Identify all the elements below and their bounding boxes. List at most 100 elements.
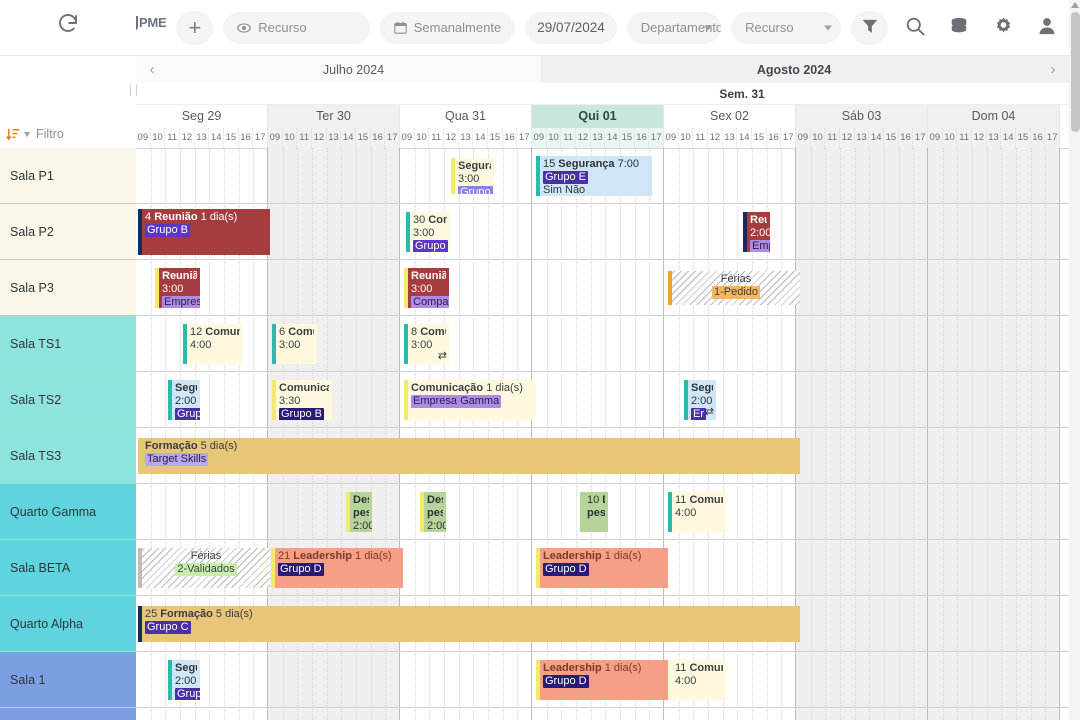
user-button[interactable]: [1030, 11, 1064, 45]
day-header-6[interactable]: Dom 04: [928, 105, 1060, 128]
event-color-bar: [404, 324, 408, 364]
prev-period-button[interactable]: ‹: [136, 56, 168, 83]
department-select[interactable]: Departamento: [626, 11, 722, 44]
hour-tick: 16: [1031, 128, 1046, 148]
resource-row-label-9[interactable]: Sala 1: [0, 652, 136, 708]
hour-tick: 16: [767, 128, 782, 148]
calendar-event[interactable]: 6 Comuni3:00: [272, 324, 317, 364]
hour-gridline: [972, 148, 973, 720]
resource-row-label-8[interactable]: Quarto Alpha: [0, 596, 136, 652]
vertical-scrollbar-track[interactable]: [1069, 0, 1080, 720]
calendar-event[interactable]: 12 Comunica4:00: [183, 324, 243, 364]
event-title: Comunica: [279, 382, 329, 394]
resource-row-label-1[interactable]: Sala P2: [0, 204, 136, 260]
resource-row-label-3[interactable]: Sala TS1: [0, 316, 136, 372]
day-header-1[interactable]: Ter 30: [268, 105, 400, 128]
calendar-event[interactable]: 4 Reunião 1 dia(s) Grupo B: [138, 209, 270, 255]
calendar-event[interactable]: 25 Formação 5 dia(s) Grupo C: [138, 606, 800, 642]
day-header-2[interactable]: Qua 31: [400, 105, 532, 128]
calendar-event[interactable]: Reunião3:00Empres: [155, 268, 200, 308]
hour-gridline: [1031, 148, 1032, 720]
event-duration: 1 dia(s): [197, 211, 238, 223]
day-header-0[interactable]: Seg 29: [136, 105, 268, 128]
resource-name: Sala 1: [10, 672, 46, 687]
calendar-event[interactable]: Formação 5 dia(s) Target Skills: [138, 438, 800, 474]
hour-gridline: [943, 148, 944, 720]
calendar-event[interactable]: 15 Segurança 7:00 Grupo E Sim Não: [536, 156, 652, 196]
hour-header-row-2: 09 10 11 12 13 14 15 16 17: [400, 128, 532, 148]
event-title: Comunicação: [411, 382, 484, 394]
calendar-event[interactable]: 30 Comuni3:00Grupo: [406, 212, 450, 252]
hour-tick: 17: [650, 132, 662, 143]
calendar-event[interactable]: Férias 2-Validados: [138, 548, 270, 588]
event-title: Segu: [691, 382, 713, 394]
sort-dropdown-icon[interactable]: [24, 131, 30, 137]
search-button[interactable]: [898, 11, 932, 45]
filter-button[interactable]: [851, 10, 888, 45]
settings-button[interactable]: [986, 11, 1020, 45]
event-color-bar: [272, 324, 276, 364]
schedule-grid[interactable]: Seguran3:00Grupo 15 Segurança 7:00Grupo E…: [136, 148, 1080, 720]
event-number: 10: [587, 494, 603, 506]
calendar-event[interactable]: 11 Comunica4:00: [668, 492, 726, 532]
column-resize-handle[interactable]: [130, 84, 137, 96]
day-column-6[interactable]: [928, 148, 1060, 720]
next-period-button[interactable]: ›: [1037, 56, 1069, 83]
hour-tick: 11: [561, 128, 577, 148]
calendar-event[interactable]: Comunicação 1 dia(s) Empresa Gamma: [404, 380, 536, 420]
event-title: Comuni: [428, 214, 447, 226]
resource-row-label-10[interactable]: [0, 708, 136, 720]
resource-label-column: Sala P1 Sala P2 Sala P3 Sala TS1 Sala TS2 Sal…: [0, 148, 136, 720]
calendar-event[interactable]: 10 Desepess: [580, 492, 608, 532]
event-color-bar: [536, 548, 540, 588]
hour-tick: 12: [576, 128, 591, 148]
event-color-bar: [536, 156, 540, 196]
vertical-scrollbar-thumb[interactable]: [1071, 12, 1080, 132]
calendar-event[interactable]: Segu2:00Er⇄: [684, 380, 716, 420]
hour-tick: 17: [1046, 132, 1058, 143]
sort-descending-icon[interactable]: [6, 127, 21, 142]
hour-gridline: [1016, 148, 1017, 720]
calendar-event[interactable]: Segu2:00Grup: [168, 660, 200, 700]
scroll-up-icon[interactable]: [1071, 2, 1079, 8]
resource-view-button[interactable]: Recurso: [223, 11, 370, 44]
day-header-4[interactable]: Sex 02: [664, 105, 796, 128]
gear-icon: [993, 16, 1014, 40]
refresh-button[interactable]: [0, 0, 136, 50]
event-number: 12: [190, 326, 206, 338]
calendar-event[interactable]: Leadership 1 dia(s) Grupo D: [536, 548, 668, 588]
day-header-3[interactable]: Qui 01: [532, 105, 664, 128]
filter-label[interactable]: Filtro: [36, 127, 64, 141]
calendar-event[interactable]: Seguran3:00Grupo: [451, 158, 494, 194]
event-title-line: Reuniã: [411, 270, 446, 283]
resource-row-label-6[interactable]: Quarto Gamma: [0, 484, 136, 540]
calendar-event[interactable]: Segu2:00Grup: [168, 380, 200, 420]
database-button[interactable]: [942, 11, 976, 45]
day-header-5[interactable]: Sáb 03: [796, 105, 928, 128]
resource-row-label-5[interactable]: Sala TS3: [0, 428, 136, 484]
hour-tick: 11: [297, 128, 313, 148]
calendar-event[interactable]: Desepess2:00: [420, 492, 446, 532]
hour-tick: 11: [693, 128, 709, 148]
resource-row-label-2[interactable]: Sala P3: [0, 260, 136, 316]
resource-row-label-0[interactable]: Sala P1: [0, 148, 136, 204]
calendar-event[interactable]: 8 Comuni3:00⇄: [404, 324, 449, 364]
resource-select[interactable]: Recurso: [731, 11, 842, 44]
event-title-line: Formação 5 dia(s): [145, 440, 797, 453]
resource-row-label-4[interactable]: Sala TS2: [0, 372, 136, 428]
calendar-event[interactable]: 11 Comunica4:00: [668, 660, 726, 700]
calendar-event[interactable]: Reur2:00Emp: [743, 212, 770, 252]
calendar-event[interactable]: Comunica 3:30 Grupo B: [272, 380, 332, 420]
calendar-event[interactable]: 21 Leadership 1 dia(s) Grupo D: [271, 548, 403, 588]
calendar-event[interactable]: Férias 1-Pedido: [668, 271, 800, 305]
day-column-5[interactable]: [796, 148, 928, 720]
event-duration: 1 dia(s): [351, 550, 392, 562]
calendar-event[interactable]: Desepess2:00: [346, 492, 372, 532]
resource-row-label-7[interactable]: Sala BETA: [0, 540, 136, 596]
date-input[interactable]: 29/07/2024: [525, 11, 617, 44]
period-button[interactable]: Semanalmente: [379, 11, 516, 44]
add-button[interactable]: +: [176, 10, 214, 45]
calendar-event[interactable]: Reuniã 3:00 Compa: [404, 268, 449, 308]
calendar-event[interactable]: Leadership 1 dia(s) Grupo D: [536, 660, 668, 700]
event-title-line: Reunião: [162, 270, 197, 283]
